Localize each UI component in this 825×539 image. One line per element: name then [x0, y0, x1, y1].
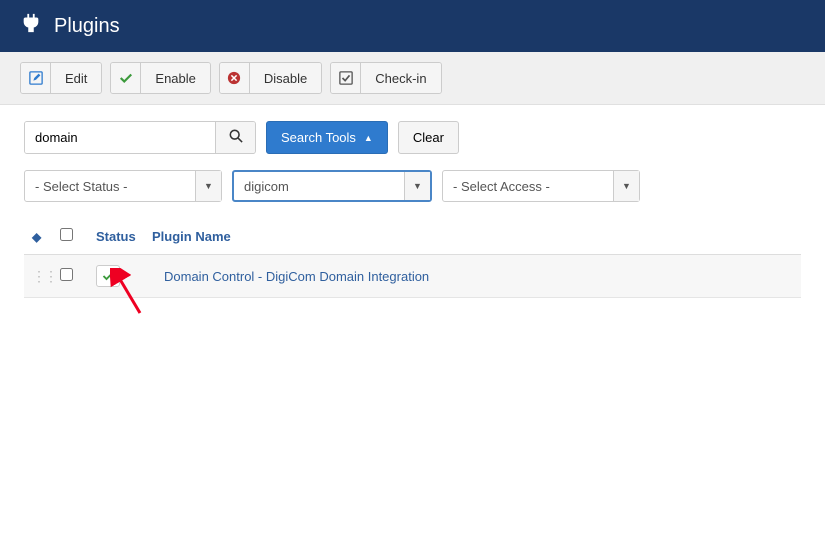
search-icon — [229, 129, 243, 146]
caret-down-icon: ▼ — [195, 171, 221, 201]
plugin-table: ◆ Status Plugin Name ⋮⋮ Domain Control -… — [0, 218, 825, 298]
caret-down-icon: ▼ — [404, 172, 430, 200]
cancel-icon — [220, 63, 250, 93]
status-select[interactable]: - Select Status - ▼ — [24, 170, 222, 202]
filter-bar: Search Tools ▲ Clear — [0, 105, 825, 162]
search-tools-button[interactable]: Search Tools ▲ — [266, 121, 388, 154]
access-select[interactable]: - Select Access - ▼ — [442, 170, 640, 202]
status-toggle[interactable] — [96, 265, 120, 287]
page-title: Plugins — [54, 15, 120, 38]
sort-order-header[interactable]: ◆ — [32, 229, 60, 244]
status-header[interactable]: Status — [96, 229, 152, 244]
folder-select[interactable]: digicom ▼ — [232, 170, 432, 202]
name-header[interactable]: Plugin Name — [152, 229, 793, 244]
plug-icon — [20, 12, 42, 40]
toolbar: Edit Enable Disable Check-in — [0, 52, 825, 105]
search-button[interactable] — [215, 122, 255, 153]
check-icon — [111, 63, 141, 93]
filters-row: - Select Status - ▼ digicom ▼ - Select A… — [0, 162, 825, 218]
table-row: ⋮⋮ Domain Control - DigiCom Domain Integ… — [24, 255, 801, 298]
drag-handle[interactable]: ⋮⋮ — [32, 268, 60, 285]
grip-icon: ⋮⋮ — [32, 268, 56, 284]
sort-icon: ◆ — [32, 230, 41, 244]
page-header: Plugins — [0, 0, 825, 52]
disable-button[interactable]: Disable — [219, 62, 322, 94]
check-icon — [102, 270, 114, 282]
checkbox-icon — [331, 63, 361, 93]
check-all[interactable] — [60, 228, 73, 241]
enable-button[interactable]: Enable — [110, 62, 210, 94]
edit-icon — [21, 63, 51, 93]
check-all-header[interactable] — [60, 228, 96, 244]
checkin-button[interactable]: Check-in — [330, 62, 441, 94]
search-input[interactable] — [25, 122, 215, 153]
row-checkbox[interactable] — [60, 268, 73, 281]
clear-button[interactable]: Clear — [398, 121, 459, 154]
search-group — [24, 121, 256, 154]
caret-down-icon: ▼ — [613, 171, 639, 201]
plugin-link[interactable]: Domain Control - DigiCom Domain Integrat… — [152, 269, 429, 284]
caret-up-icon: ▲ — [364, 133, 373, 143]
table-header: ◆ Status Plugin Name — [24, 218, 801, 255]
edit-button[interactable]: Edit — [20, 62, 102, 94]
